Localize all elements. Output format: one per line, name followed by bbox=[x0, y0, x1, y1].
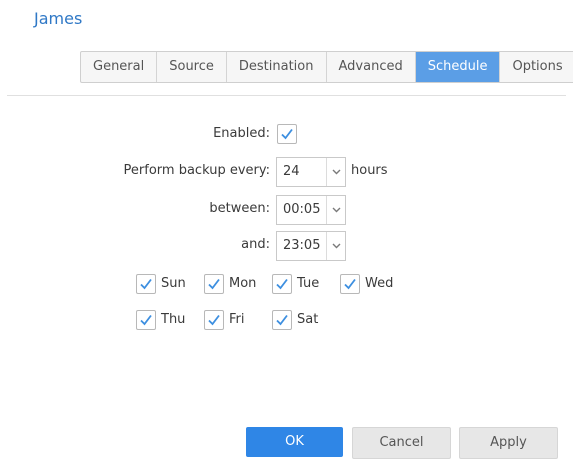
day-thu-checkbox[interactable] bbox=[136, 310, 156, 330]
day-mon-label: Mon bbox=[229, 276, 257, 291]
day-mon-checkbox[interactable] bbox=[204, 274, 224, 294]
tab-general[interactable]: General bbox=[81, 52, 158, 82]
day-thu-label: Thu bbox=[161, 312, 186, 327]
tab-options[interactable]: Options bbox=[500, 52, 573, 82]
enabled-label: Enabled: bbox=[213, 126, 270, 141]
between-label: between: bbox=[209, 201, 270, 216]
checkmark-icon bbox=[276, 314, 288, 326]
day-fri-label: Fri bbox=[229, 312, 245, 327]
tab-advanced[interactable]: Advanced bbox=[327, 52, 416, 82]
day-wed-checkbox[interactable] bbox=[340, 274, 360, 294]
chevron-down-icon bbox=[326, 232, 345, 260]
apply-button[interactable]: Apply bbox=[459, 427, 558, 459]
end-time-value: 23:05 bbox=[283, 238, 321, 253]
divider bbox=[7, 95, 566, 96]
cancel-button[interactable]: Cancel bbox=[352, 427, 451, 459]
chevron-down-icon bbox=[326, 196, 345, 224]
day-sat-label: Sat bbox=[297, 312, 319, 327]
chevron-down-icon bbox=[326, 158, 345, 186]
interval-label: Perform backup every: bbox=[123, 163, 270, 178]
day-sat-checkbox[interactable] bbox=[272, 310, 292, 330]
tab-source[interactable]: Source bbox=[157, 52, 227, 82]
and-label: and: bbox=[241, 237, 270, 252]
day-sun-label: Sun bbox=[161, 276, 186, 291]
start-time-value: 00:05 bbox=[283, 202, 321, 217]
day-tue-label: Tue bbox=[297, 276, 320, 291]
interval-unit: hours bbox=[351, 163, 388, 178]
day-sun-checkbox[interactable] bbox=[136, 274, 156, 294]
day-fri-checkbox[interactable] bbox=[204, 310, 224, 330]
checkmark-icon bbox=[208, 314, 220, 326]
start-time-select[interactable]: 00:05 bbox=[276, 195, 346, 225]
checkmark-icon bbox=[140, 278, 152, 290]
window-title: James bbox=[34, 9, 83, 28]
checkmark-icon bbox=[208, 278, 220, 290]
interval-select[interactable]: 24 bbox=[276, 157, 346, 187]
day-wed-label: Wed bbox=[365, 276, 394, 291]
enabled-checkbox[interactable] bbox=[277, 124, 297, 144]
tab-schedule[interactable]: Schedule bbox=[415, 52, 501, 82]
interval-value: 24 bbox=[283, 164, 300, 179]
checkmark-icon bbox=[276, 278, 288, 290]
day-tue-checkbox[interactable] bbox=[272, 274, 292, 294]
tab-destination[interactable]: Destination bbox=[227, 52, 327, 82]
checkmark-icon bbox=[140, 314, 152, 326]
end-time-select[interactable]: 23:05 bbox=[276, 231, 346, 261]
tab-bar: General Source Destination Advanced Sche… bbox=[80, 51, 573, 83]
checkmark-icon bbox=[281, 128, 293, 140]
checkmark-icon bbox=[344, 278, 356, 290]
